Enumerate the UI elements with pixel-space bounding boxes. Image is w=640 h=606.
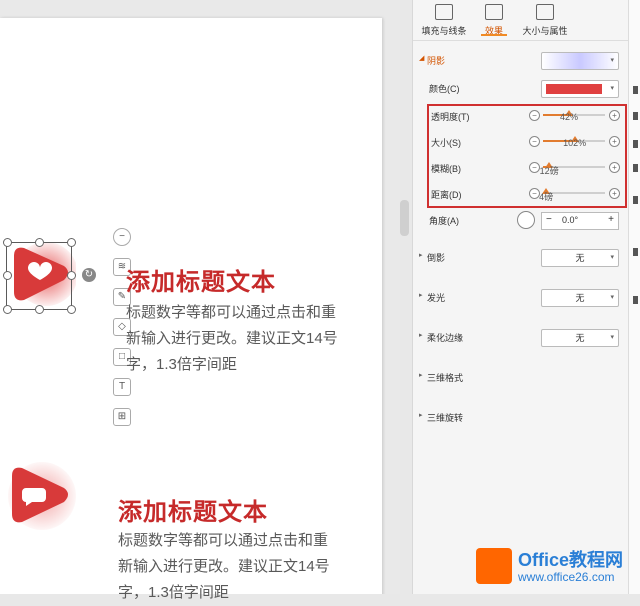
block-title[interactable]: 添加标题文本 [118,492,268,527]
side-tool-icon[interactable] [633,196,638,204]
angle-spinner[interactable]: − 0.0° + [541,212,619,230]
resize-handle[interactable] [3,271,12,280]
expand-arrow-icon: ▸ [419,292,423,299]
shadow-color-row: 颜色(C) ▾ [413,78,629,98]
angle-dial-icon[interactable] [517,211,535,229]
active-tab-underline [481,34,507,36]
side-tool-icon[interactable] [633,248,638,256]
expand-arrow-icon: ▸ [419,332,423,339]
property-panel: 填充与线条 效果 大小与属性 ◢ 阴影 ▾ 颜色(C) ▾ 透明度(T) − 4… [412,0,629,594]
size-icon [536,4,554,20]
expand-arrow-icon: ▸ [419,252,423,259]
blur-slider[interactable]: 12磅 [540,162,605,176]
resize-handle[interactable] [67,238,76,247]
soft-edges-row[interactable]: ▸ 柔化边缘 无 ▾ [413,327,629,347]
increase-icon[interactable]: + [609,188,620,199]
side-tool-icon[interactable] [633,140,638,148]
block-body[interactable]: 标题数字等都可以通过点击和重新输入进行更改。建议正文14号字，1.3倍字间距 [126,300,340,378]
shadow-color-select[interactable]: ▾ [541,80,619,98]
distance-row: 距离(D) − 4磅 + [413,182,629,206]
increase-icon[interactable]: + [609,110,620,121]
resize-handle[interactable] [67,305,76,314]
soft-edges-select[interactable]: 无 ▾ [541,329,619,347]
angle-row: 角度(A) − 0.0° + [413,210,629,230]
resize-handle[interactable] [3,238,12,247]
chevron-down-icon: ▾ [610,57,614,64]
shadow-preset-select[interactable]: ▾ [541,52,619,70]
glow-select[interactable]: 无 ▾ [541,289,619,307]
block-title[interactable]: 添加标题文本 [126,262,276,297]
side-tool-icon[interactable] [633,86,638,94]
blur-row: 模糊(B) − 12磅 + [413,156,629,180]
canvas-scrollbar[interactable] [400,200,409,236]
chat-shape[interactable] [2,458,76,532]
shadow-section[interactable]: ◢ 阴影 ▾ [413,50,629,70]
chevron-down-icon: ▾ [610,85,614,92]
text-wrap-icon[interactable]: T [113,378,131,396]
reflection-select[interactable]: 无 ▾ [541,249,619,267]
watermark-url: www.office26.com [518,570,615,584]
tab-effects[interactable]: 效果 [479,4,509,37]
chevron-down-icon: ▾ [610,334,614,341]
transparency-row: 透明度(T) − 42% + [413,104,629,128]
side-tool-icon[interactable] [633,112,638,120]
distance-slider[interactable]: 4磅 [539,188,605,202]
office-logo-icon [476,548,512,584]
size-slider[interactable]: 102% [543,136,605,148]
reflection-row[interactable]: ▸ 倒影 无 ▾ [413,247,629,267]
3d-format-row[interactable]: ▸ 三维格式 [413,367,629,387]
panel-tabs: 填充与线条 效果 大小与属性 [413,0,629,41]
tab-fill-line[interactable]: 填充与线条 [419,4,469,37]
chevron-down-icon: ▾ [610,294,614,301]
minus-icon[interactable]: − [546,214,552,225]
side-tool-icon[interactable] [633,164,638,172]
angle-value[interactable]: 0.0° [562,215,578,225]
chevron-down-icon: ▾ [610,254,614,261]
chat-bubble-icon [8,462,76,530]
resize-handle[interactable] [3,305,12,314]
plus-icon[interactable]: + [608,214,614,225]
minus-circle-icon[interactable]: − [113,228,131,246]
paint-bucket-icon [435,4,453,20]
expand-arrow-icon: ▸ [419,412,423,419]
size-row: 大小(S) − 102% + [413,130,629,154]
expand-arrow-icon: ◢ [419,55,425,62]
decrease-icon[interactable]: − [529,162,540,173]
selection-box [6,242,72,310]
decrease-icon[interactable]: − [529,136,540,147]
increase-icon[interactable]: + [609,136,620,147]
resize-handle[interactable] [35,238,44,247]
group-icon[interactable]: ⊞ [113,408,131,426]
color-swatch [546,84,602,94]
watermark: Office教程网 www.office26.com [470,542,640,594]
increase-icon[interactable]: + [609,162,620,173]
watermark-title: Office教程网 [518,550,624,570]
effects-icon [485,4,503,20]
rotate-handle-icon[interactable]: ↻ [82,268,96,282]
side-tool-icon[interactable] [633,296,638,304]
resize-handle[interactable] [67,271,76,280]
decrease-icon[interactable]: − [529,110,540,121]
resize-handle[interactable] [35,305,44,314]
block-body[interactable]: 标题数字等都可以通过点击和重新输入进行更改。建议正文14号字，1.3倍字间距 [118,528,340,606]
3d-rotation-row[interactable]: ▸ 三维旋转 [413,407,629,427]
glow-row[interactable]: ▸ 发光 无 ▾ [413,287,629,307]
transparency-slider[interactable]: 42% [543,110,605,122]
expand-arrow-icon: ▸ [419,372,423,379]
tab-size-properties[interactable]: 大小与属性 [517,4,573,37]
